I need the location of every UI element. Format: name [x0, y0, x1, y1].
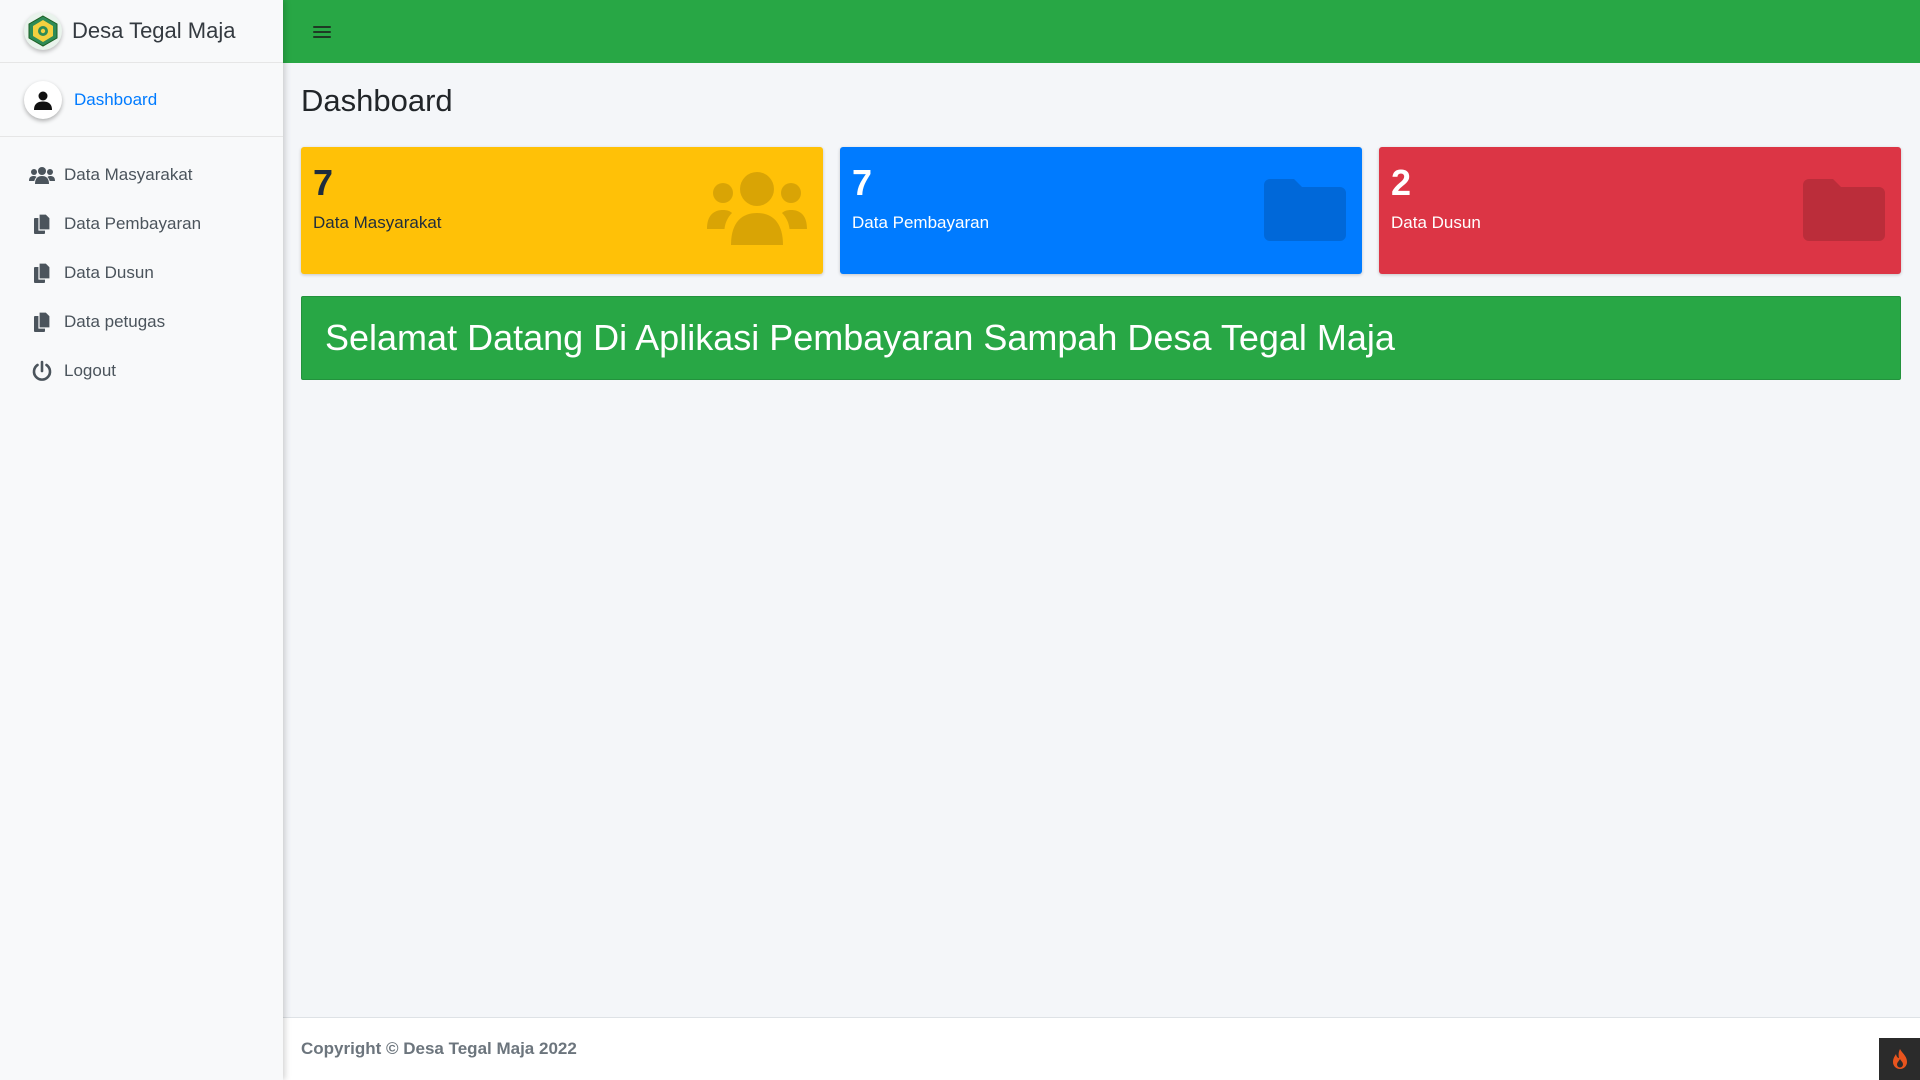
main-content: Dashboard 7 Data Masyarakat 7 Data Pemba… — [283, 63, 1920, 1017]
stat-box-data-masyarakat[interactable]: 7 Data Masyarakat — [301, 147, 823, 274]
copy-icon — [28, 310, 56, 334]
sidebar-item-label: Data Pembayaran — [64, 213, 202, 233]
welcome-banner: Selamat Datang Di Aplikasi Pembayaran Sa… — [301, 296, 1901, 380]
brand-link[interactable]: Desa Tegal Maja — [0, 0, 283, 63]
sidebar-item-logout[interactable]: Logout — [0, 346, 283, 395]
copy-icon — [28, 261, 56, 285]
welcome-text: Selamat Datang Di Aplikasi Pembayaran Sa… — [325, 317, 1395, 358]
sidebar-item-label: Logout — [64, 360, 116, 380]
sidebar-item-data-masyarakat[interactable]: Data Masyarakat — [0, 150, 283, 199]
copyright-text: Copyright © Desa Tegal Maja 2022 — [301, 1039, 577, 1058]
brand-title: Desa Tegal Maja — [72, 18, 236, 43]
stat-box-data-pembayaran[interactable]: 7 Data Pembayaran — [840, 147, 1362, 274]
sidebar-item-data-dusun[interactable]: Data Dusun — [0, 248, 283, 297]
users-icon — [28, 163, 56, 187]
sidebar-item-data-pembayaran[interactable]: Data Pembayaran — [0, 199, 283, 248]
copy-icon — [28, 212, 56, 236]
stat-box-data-dusun[interactable]: 2 Data Dusun — [1379, 147, 1901, 274]
flame-icon[interactable] — [1879, 1038, 1920, 1080]
page-title: Dashboard — [301, 83, 453, 118]
user-icon — [24, 80, 62, 119]
folder-icon — [1264, 179, 1346, 246]
sidebar-item-label: Data petugas — [64, 311, 166, 331]
sidebar-item-data-petugas[interactable]: Data petugas — [0, 297, 283, 346]
user-panel[interactable]: Dashboard — [0, 63, 283, 137]
sidebar: Desa Tegal Maja Dashboard Data Masyaraka… — [0, 0, 283, 1080]
sidebar-nav: Data Masyarakat Data Pembayaran Data Dus… — [0, 150, 283, 395]
users-icon — [707, 171, 807, 250]
user-name-link[interactable]: Dashboard — [74, 90, 157, 110]
hamburger-icon[interactable] — [311, 23, 333, 41]
power-icon — [28, 359, 56, 383]
sidebar-item-label: Data Dusun — [64, 262, 154, 282]
top-navbar — [283, 0, 1920, 63]
stat-boxes: 7 Data Masyarakat 7 Data Pembayaran 2 Da… — [301, 147, 1901, 274]
sidebar-item-label: Data Masyarakat — [64, 164, 193, 184]
folder-icon — [1803, 179, 1885, 246]
village-emblem-icon — [24, 12, 62, 50]
footer: Copyright © Desa Tegal Maja 2022 — [283, 1017, 1920, 1080]
